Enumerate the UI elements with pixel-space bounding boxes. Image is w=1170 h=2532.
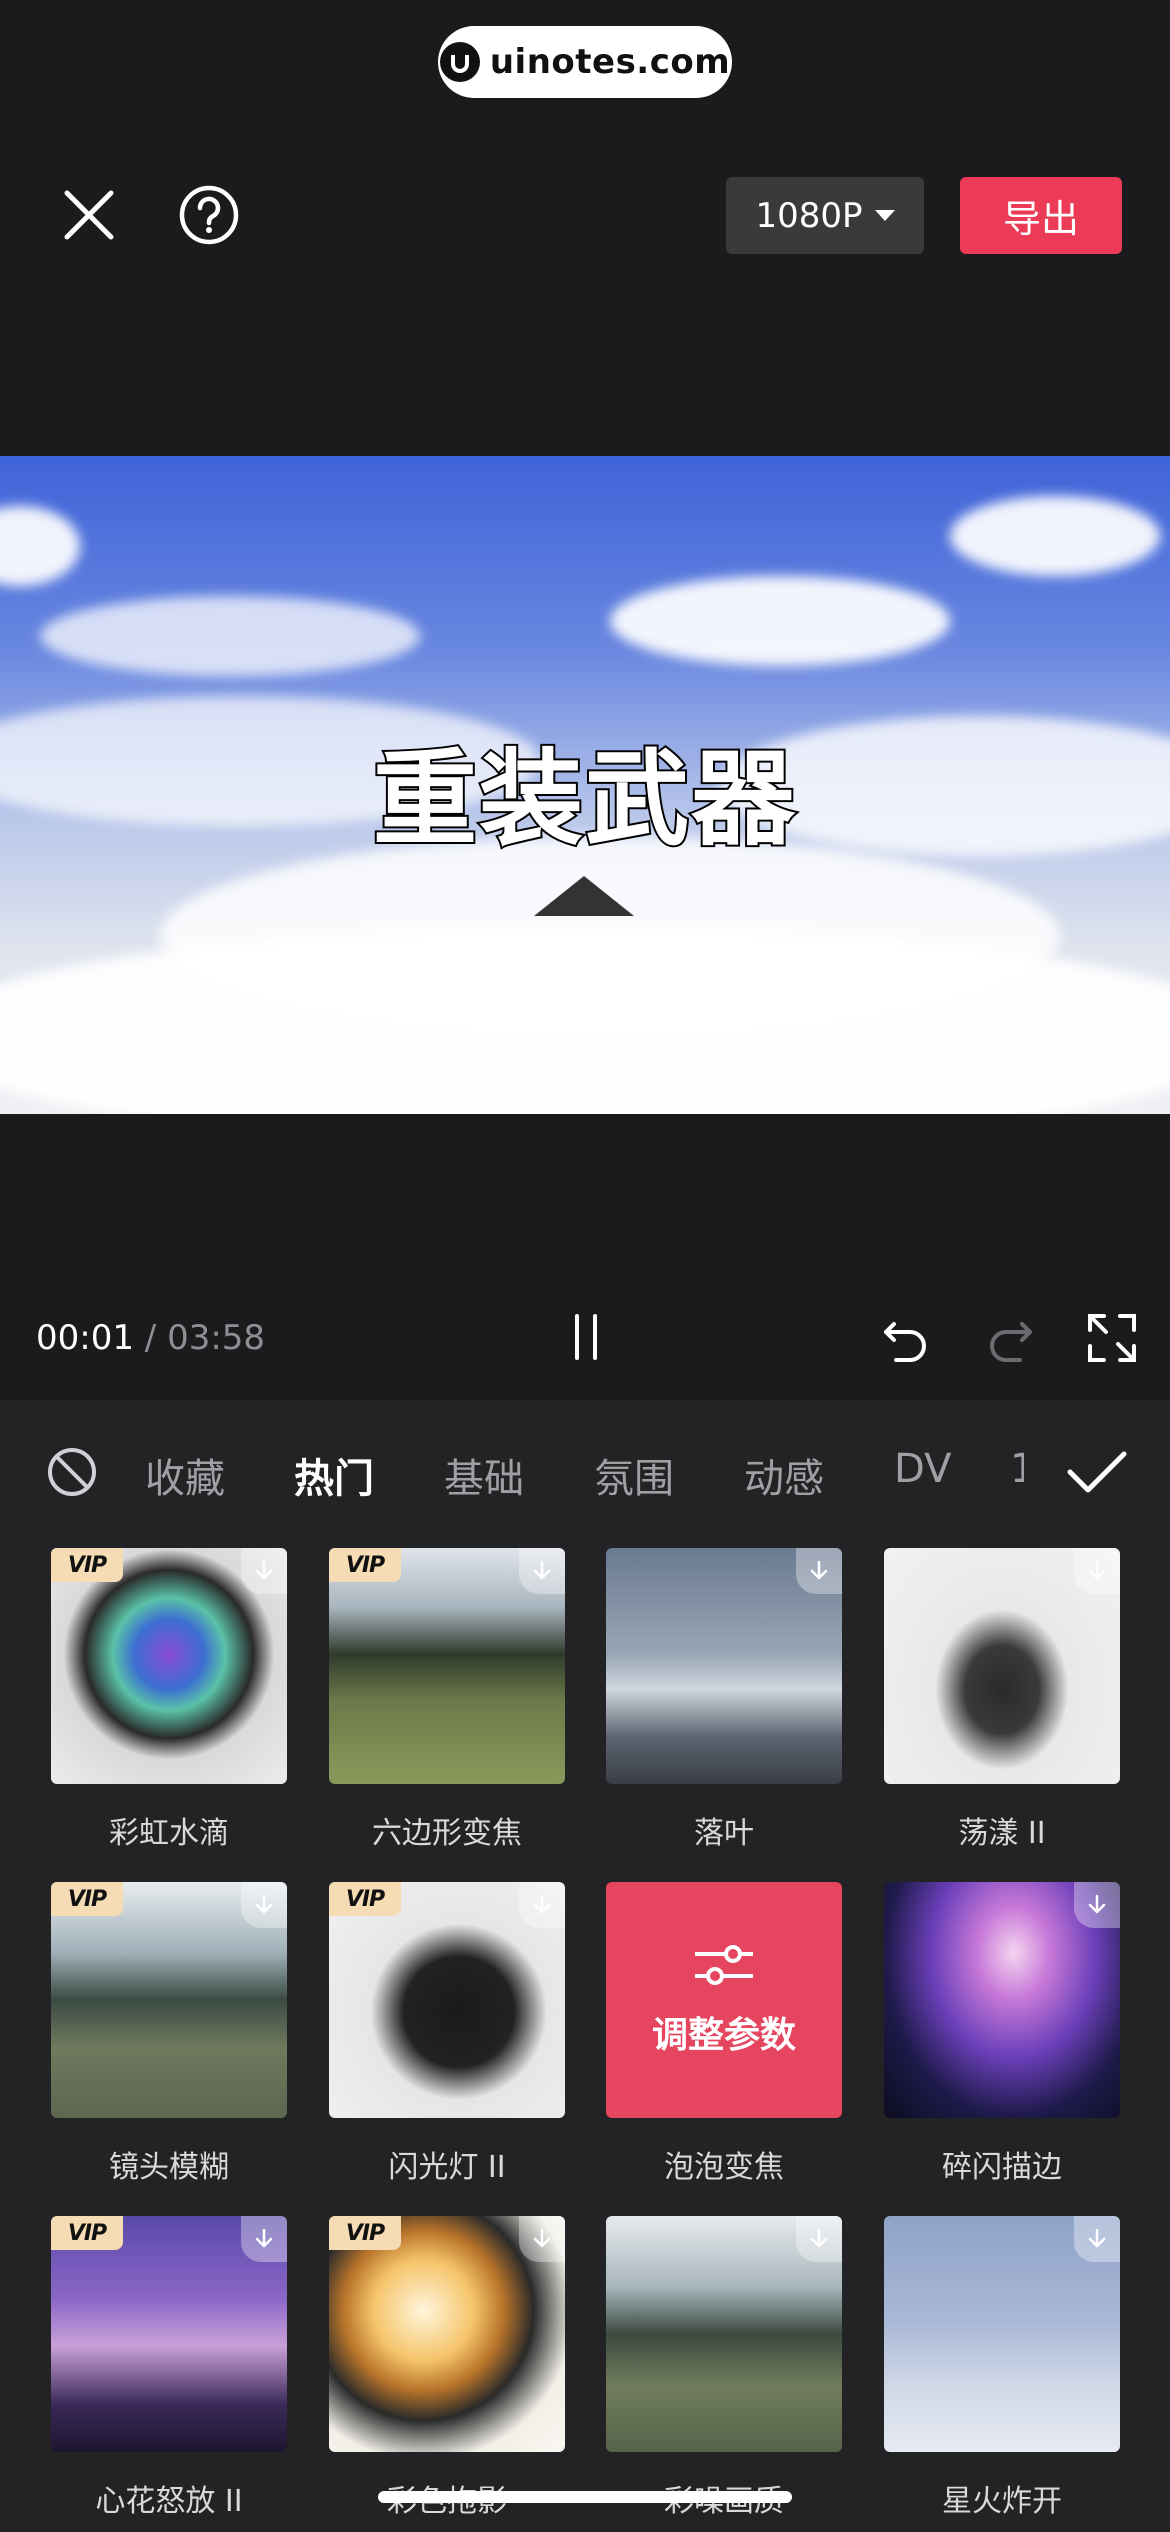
download-icon — [519, 1548, 565, 1594]
export-button[interactable]: 导出 — [960, 177, 1122, 254]
vip-badge: VIP — [51, 1882, 123, 1916]
check-icon — [1067, 1451, 1127, 1493]
tab-atmosphere[interactable]: 氛围 — [594, 1446, 674, 1504]
effect-label: 镜头模糊 — [109, 2150, 229, 2185]
total-time: 03:58 — [167, 1318, 266, 1358]
vip-badge: VIP — [51, 2216, 123, 2250]
pause-icon — [575, 1314, 579, 1360]
help-icon — [179, 185, 239, 245]
undo-icon — [884, 1322, 926, 1362]
ban-icon — [48, 1448, 96, 1496]
download-icon — [1074, 1548, 1120, 1594]
fullscreen-icon — [1088, 1314, 1136, 1362]
effect-label: 碎闪描边 — [942, 2150, 1062, 2185]
tab-favorites[interactable]: 收藏 — [145, 1446, 225, 1504]
tab-popular[interactable]: 热门 — [294, 1446, 374, 1504]
current-time: 00:01 — [36, 1318, 134, 1358]
confirm-button[interactable] — [1066, 1444, 1128, 1500]
help-button[interactable] — [176, 182, 242, 248]
download-icon — [519, 1882, 565, 1928]
effect-label: 心花怒放 II — [95, 2484, 243, 2519]
uinotes-logo-icon — [439, 42, 480, 82]
vip-badge: VIP — [329, 1882, 401, 1916]
tab-basic[interactable]: 基础 — [444, 1446, 524, 1504]
effect-label: 彩虹水滴 — [109, 1816, 229, 1851]
resolution-label: 1080P — [755, 195, 863, 236]
no-effect-button[interactable] — [44, 1444, 100, 1500]
close-icon — [64, 190, 114, 240]
effects-panel: 收藏 热门 基础 氛围 动感 DV 1 VIP 彩虹水滴 VIP 六边形变焦 落… — [0, 1400, 1170, 2532]
mountain-shape — [534, 876, 634, 916]
download-icon — [241, 1548, 287, 1594]
timecode: 00:01 / 03:58 — [36, 1318, 265, 1358]
effect-label: 泡泡变焦 — [664, 2150, 784, 2185]
vip-badge: VIP — [51, 1548, 123, 1582]
download-icon — [241, 2216, 287, 2262]
tab-next-partial[interactable]: 1 — [1010, 1446, 1024, 1492]
resolution-dropdown[interactable]: 1080P — [726, 177, 924, 254]
download-icon — [796, 2216, 842, 2262]
category-tabs: 收藏 热门 基础 氛围 动感 DV 1 — [0, 1400, 1170, 1540]
download-icon — [241, 1882, 287, 1928]
effect-label: 闪光灯 II — [388, 2150, 506, 2185]
vip-badge: VIP — [329, 2216, 401, 2250]
video-preview[interactable]: 重装武器 — [0, 456, 1170, 1114]
download-icon — [1074, 2216, 1120, 2262]
fullscreen-button[interactable] — [1084, 1310, 1140, 1366]
redo-icon — [990, 1322, 1032, 1362]
vip-badge: VIP — [329, 1548, 401, 1582]
home-indicator[interactable] — [378, 2491, 792, 2503]
adjust-params-overlay[interactable]: 调整参数 — [606, 1882, 842, 2118]
sliders-icon — [695, 1945, 753, 1985]
effect-label: 星火炸开 — [942, 2484, 1062, 2519]
chevron-down-icon — [874, 210, 895, 221]
redo-button[interactable] — [982, 1310, 1038, 1366]
preview-title-text: 重装武器 — [371, 736, 797, 862]
undo-button[interactable] — [878, 1310, 934, 1366]
effect-label: 荡漾 II — [958, 1816, 1046, 1851]
tab-dynamic[interactable]: 动感 — [744, 1446, 824, 1504]
tab-dv[interactable]: DV — [894, 1446, 951, 1492]
effect-label: 落叶 — [694, 1816, 754, 1851]
effect-label: 六边形变焦 — [372, 1816, 522, 1851]
pause-button[interactable] — [566, 1314, 606, 1360]
download-icon — [1074, 1882, 1120, 1928]
adjust-params-label: 调整参数 — [651, 2015, 796, 2056]
download-icon — [519, 2216, 565, 2262]
time-separator: / — [144, 1318, 157, 1358]
close-button[interactable] — [56, 182, 122, 248]
download-icon — [796, 1548, 842, 1594]
watermark-text: uinotes.com — [489, 42, 731, 82]
watermark-badge: uinotes.com — [438, 26, 732, 98]
